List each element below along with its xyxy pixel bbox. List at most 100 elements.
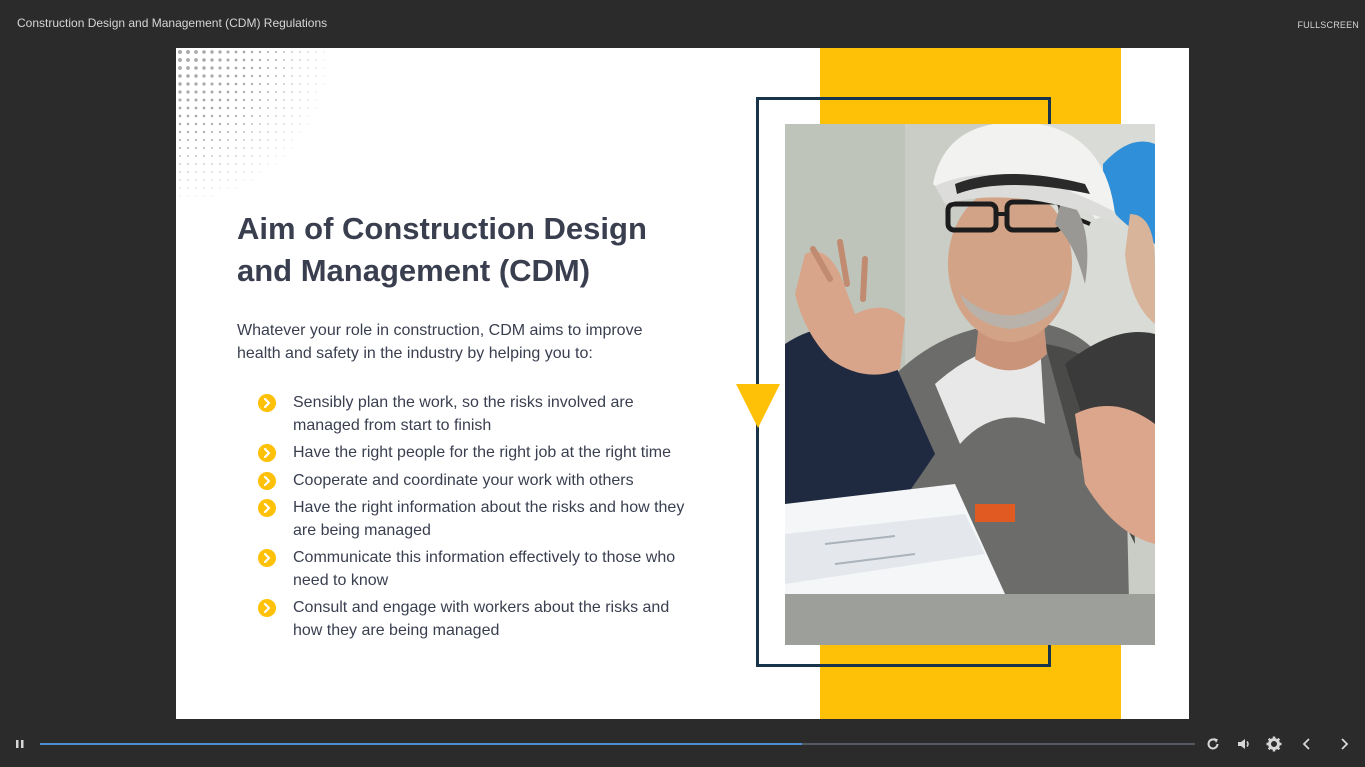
halftone-dot xyxy=(179,195,181,197)
halftone-dot xyxy=(299,51,301,53)
halftone-dot xyxy=(227,139,229,141)
halftone-dot xyxy=(218,58,222,62)
halftone-dot xyxy=(186,74,190,78)
halftone-dot xyxy=(267,147,269,149)
halftone-dot xyxy=(195,187,197,189)
halftone-dot xyxy=(323,83,325,85)
halftone-dot xyxy=(283,155,285,157)
halftone-dot xyxy=(267,107,269,109)
halftone-dot xyxy=(242,106,246,110)
halftone-dot xyxy=(203,163,205,165)
halftone-dot xyxy=(234,58,238,62)
halftone-dot xyxy=(307,67,309,69)
halftone-dot xyxy=(307,75,309,77)
halftone-dot xyxy=(259,171,261,173)
halftone-dot xyxy=(186,50,190,54)
halftone-dot xyxy=(275,155,277,157)
halftone-dot xyxy=(218,106,222,110)
bullet-text: Have the right information about the ris… xyxy=(293,499,685,539)
halftone-dot xyxy=(211,139,213,141)
halftone-dot xyxy=(195,179,197,181)
halftone-dot xyxy=(259,115,261,117)
halftone-dot xyxy=(275,131,277,133)
halftone-dot xyxy=(242,82,246,86)
halftone-dot xyxy=(202,74,206,78)
halftone-dot xyxy=(187,195,189,197)
photo-illustration xyxy=(785,124,1155,645)
halftone-dot xyxy=(258,74,262,78)
halftone-dot xyxy=(315,59,317,61)
halftone-dot xyxy=(283,139,285,141)
halftone-dot xyxy=(307,115,309,117)
halftone-dot xyxy=(210,82,214,86)
halftone-dot xyxy=(243,155,245,157)
halftone-dot xyxy=(235,123,237,125)
halftone-dot xyxy=(195,163,197,165)
halftone-dot xyxy=(186,90,190,94)
halftone-dot xyxy=(266,50,270,54)
halftone-dot xyxy=(299,115,301,117)
halftone-dot xyxy=(299,107,301,109)
halftone-dot xyxy=(323,67,325,69)
halftone-dot xyxy=(251,123,253,125)
halftone-dot xyxy=(194,114,198,118)
halftone-dot xyxy=(194,74,198,78)
volume-icon[interactable] xyxy=(1234,734,1254,754)
chevron-circle-right-icon xyxy=(258,444,276,462)
halftone-dot xyxy=(307,99,309,101)
yellow-triangle-decoration xyxy=(736,384,780,428)
halftone-dot xyxy=(226,82,230,86)
halftone-dot xyxy=(227,171,229,173)
bullet-item: Have the right information about the ris… xyxy=(258,497,688,542)
halftone-dot xyxy=(275,147,277,149)
bullet-item: Consult and engage with workers about th… xyxy=(258,597,688,642)
halftone-dot xyxy=(275,51,277,53)
halftone-dot xyxy=(259,123,261,125)
halftone-dot xyxy=(211,187,213,189)
halftone-dot xyxy=(202,66,206,70)
halftone-dot xyxy=(226,106,230,110)
halftone-dot xyxy=(275,99,277,101)
fullscreen-button[interactable]: FULLSCREEN xyxy=(1297,20,1359,30)
halftone-dot xyxy=(218,114,222,118)
halftone-dot xyxy=(291,147,293,149)
halftone-dot xyxy=(202,130,206,134)
halftone-dot xyxy=(291,67,293,69)
progress-bar[interactable] xyxy=(40,743,1195,745)
halftone-dot xyxy=(259,107,261,109)
halftone-dot xyxy=(291,131,293,133)
bullet-item: Sensibly plan the work, so the risks inv… xyxy=(258,392,688,437)
bullet-text: Consult and engage with workers about th… xyxy=(293,599,670,639)
halftone-dot xyxy=(226,58,230,62)
halftone-dot xyxy=(186,114,190,118)
halftone-dot xyxy=(307,107,309,109)
halftone-dot xyxy=(234,82,238,86)
halftone-dot xyxy=(291,99,293,101)
halftone-dot xyxy=(186,106,190,110)
halftone-dot xyxy=(307,59,309,61)
halftone-dot xyxy=(291,123,293,125)
chevron-left-icon[interactable] xyxy=(1297,734,1317,754)
pause-icon[interactable] xyxy=(10,734,30,754)
halftone-dot xyxy=(258,90,262,94)
gear-icon[interactable] xyxy=(1264,734,1284,754)
halftone-dot xyxy=(178,138,182,142)
halftone-dot xyxy=(243,131,245,133)
halftone-dot xyxy=(235,179,237,181)
bullet-text: Have the right people for the right job … xyxy=(293,444,671,461)
halftone-dot xyxy=(266,58,270,62)
replay-icon[interactable] xyxy=(1203,734,1223,754)
halftone-dot xyxy=(202,106,206,110)
halftone-dot xyxy=(283,91,285,93)
halftone-dot xyxy=(267,99,269,101)
halftone-dot xyxy=(283,147,285,149)
bullet-item: Have the right people for the right job … xyxy=(258,442,688,465)
halftone-dot xyxy=(179,187,181,189)
halftone-dot xyxy=(178,130,182,134)
halftone-dot xyxy=(210,98,214,102)
halftone-dot xyxy=(315,67,317,69)
halftone-dot xyxy=(202,122,206,126)
chevron-right-icon[interactable] xyxy=(1334,734,1354,754)
halftone-dot xyxy=(218,130,222,134)
halftone-dot xyxy=(235,147,237,149)
